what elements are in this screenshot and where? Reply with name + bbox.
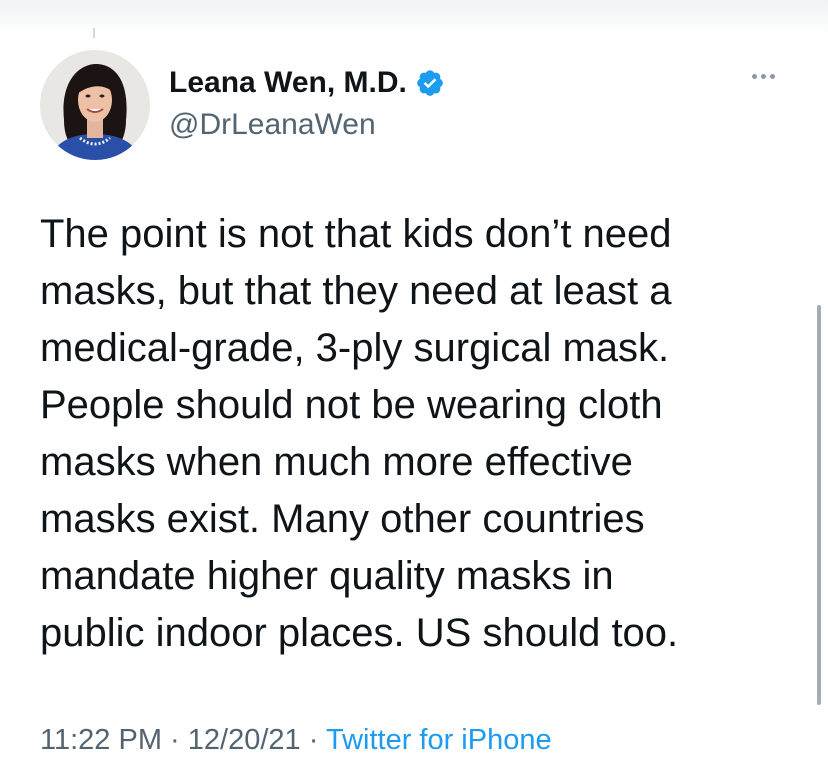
- more-dot: [752, 74, 757, 79]
- meta-separator: ·: [170, 724, 180, 756]
- author-handle[interactable]: @DrLeanaWen: [169, 108, 376, 142]
- more-dot: [770, 74, 775, 79]
- tweet-text-line: masks, but that they need at least a: [40, 269, 672, 313]
- tweet-text-line: masks when much more effective: [40, 440, 633, 484]
- tweet-source-link[interactable]: Twitter for iPhone: [326, 724, 552, 756]
- scrollbar[interactable]: [817, 305, 821, 705]
- more-options-button[interactable]: [752, 74, 775, 79]
- tweet-time[interactable]: 11:22 PM: [40, 724, 162, 756]
- tweet-text-line: public indoor places. US should too.: [40, 611, 679, 655]
- meta-separator: ·: [308, 724, 319, 756]
- tweet-text-line: People should not be wearing cloth: [40, 383, 663, 427]
- verified-badge-icon: [415, 68, 445, 98]
- tweet-text-line: medical-grade, 3-ply surgical mask.: [40, 326, 670, 370]
- tweet-text-line: The point is not that kids don’t need: [40, 212, 672, 256]
- tweet-date[interactable]: 12/20/21: [188, 724, 301, 756]
- top-bar-fade: [0, 0, 828, 34]
- thread-connector: [93, 28, 95, 38]
- more-dot: [761, 74, 766, 79]
- tweet-text-line: mandate higher quality masks in: [40, 554, 614, 598]
- avatar-photo: [40, 50, 150, 160]
- author-display-name[interactable]: Leana Wen, M.D.: [169, 66, 407, 100]
- tweet-metadata: 11:22 PM · 12/20/21 · Twitter for iPhone: [40, 722, 552, 758]
- tweet-text: The point is not that kids don’t need ma…: [40, 206, 678, 662]
- avatar[interactable]: [40, 50, 150, 160]
- tweet-text-line: masks exist. Many other countries: [40, 497, 645, 541]
- author-name-row[interactable]: Leana Wen, M.D.: [169, 66, 445, 100]
